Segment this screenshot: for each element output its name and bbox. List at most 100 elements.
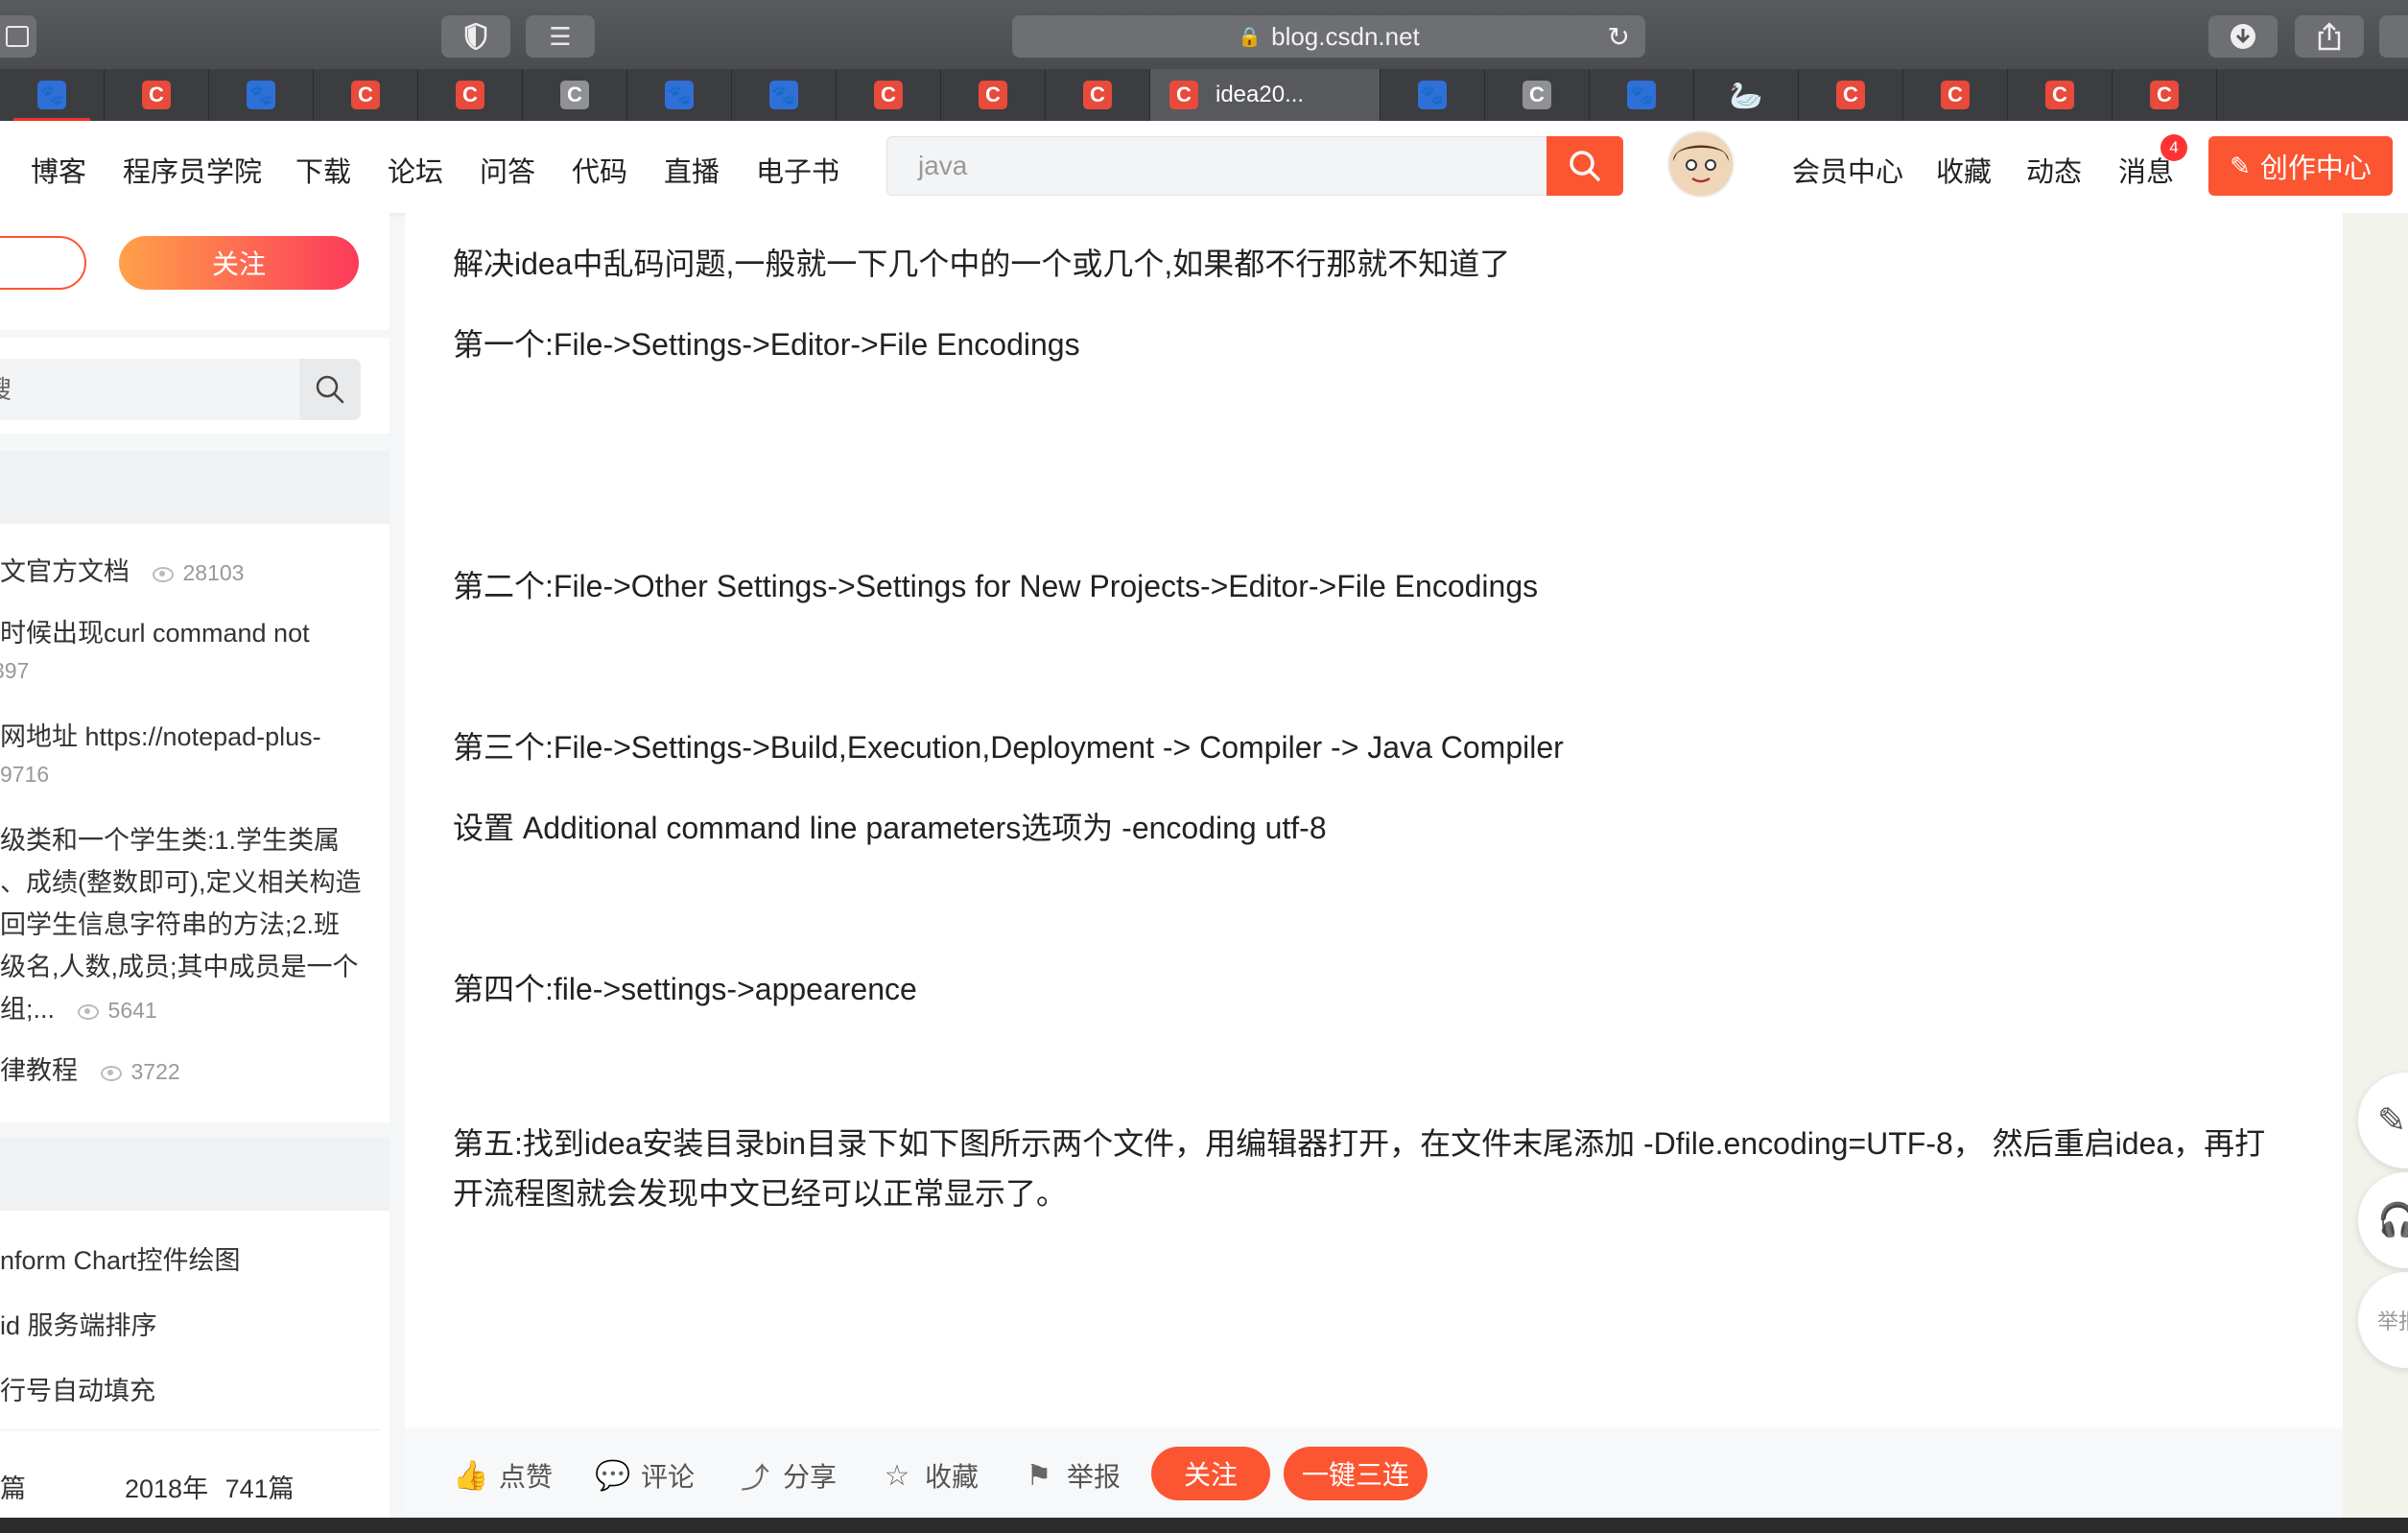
tab[interactable]: C bbox=[1485, 69, 1590, 121]
address-bar[interactable]: 🔒 blog.csdn.net ↻ bbox=[1012, 15, 1645, 58]
hot-article-4-line-1[interactable]: 级类和一个学生类:1.学生类属 bbox=[0, 819, 340, 857]
nav-qa[interactable]: 问答 bbox=[480, 150, 535, 190]
article-action-bar: 👍 点赞 💬 评论 ⤴ 分享 ☆ 收藏 ⚑ 举报 关注 一键三连 bbox=[405, 1427, 2343, 1518]
search-icon bbox=[316, 375, 344, 404]
csdn-icon: C bbox=[560, 81, 589, 109]
view-count: 5641 bbox=[77, 998, 157, 1023]
edit-icon: ✎ bbox=[2377, 1100, 2407, 1140]
reader-button[interactable]: ☰ bbox=[526, 15, 595, 58]
tab[interactable]: 🦢 bbox=[1694, 69, 1799, 121]
archive-count: 741篇 bbox=[224, 1474, 295, 1503]
sidebar-toggle-button[interactable] bbox=[0, 15, 36, 58]
blog-search-button[interactable] bbox=[299, 359, 361, 420]
archive-2018[interactable]: 2018年 741篇 bbox=[125, 1468, 295, 1505]
hot-article-1[interactable]: 文官方文档 28103 bbox=[0, 551, 244, 588]
report-button[interactable]: ⚑ 举报 bbox=[1023, 1456, 1121, 1495]
nav-activity[interactable]: 动态 bbox=[2026, 150, 2082, 190]
report-label: 举报 bbox=[1067, 1462, 1121, 1492]
hot-article-2[interactable]: 时候出现curl command not bbox=[0, 612, 310, 649]
url-text: blog.csdn.net bbox=[1271, 21, 1420, 51]
nav-favorites[interactable]: 收藏 bbox=[1936, 150, 1992, 190]
tab[interactable]: C bbox=[2113, 69, 2217, 121]
collect-button[interactable]: ☆ 收藏 bbox=[881, 1456, 979, 1495]
nav-code[interactable]: 代码 bbox=[572, 150, 627, 190]
article-content: 解决idea中乱码问题,一般就一下几个中的一个或几个,如果都不行那就不知道了 第… bbox=[405, 213, 2343, 1533]
blog-search-input[interactable]: 搜 bbox=[0, 359, 299, 420]
hot-article-4-line-2[interactable]: 、成绩(整数即可),定义相关构造 bbox=[0, 861, 361, 899]
tab-active[interactable]: C idea20... bbox=[1150, 69, 1381, 121]
flag-icon: ⚑ bbox=[1026, 1459, 1052, 1492]
nav-blog[interactable]: 博客 bbox=[31, 150, 86, 190]
hot-article-5[interactable]: 律教程 3722 bbox=[0, 1050, 180, 1087]
tab[interactable]: 🐾 bbox=[1381, 69, 1485, 121]
tab[interactable]: 🐾 bbox=[209, 69, 314, 121]
archive-count-left[interactable]: 篇 bbox=[0, 1468, 26, 1505]
hot-article-4-line-5[interactable]: 组;... 5641 bbox=[0, 988, 157, 1026]
privacy-shield-button[interactable] bbox=[441, 15, 510, 58]
share-icon bbox=[2318, 22, 2341, 51]
baidu-paw-icon: 🐾 bbox=[1627, 81, 1656, 109]
article-paragraph: 第三个:File->Settings->Build,Execution,Depl… bbox=[453, 730, 1564, 765]
new-tab-button[interactable] bbox=[2379, 15, 2408, 58]
tab[interactable]: 🐾 bbox=[0, 69, 105, 121]
comment-button[interactable]: 💬 评论 bbox=[595, 1456, 695, 1495]
share-article-button[interactable]: ⤴ 分享 bbox=[739, 1456, 837, 1495]
baidu-paw-icon: 🐾 bbox=[1418, 81, 1447, 109]
view-count: 3722 bbox=[100, 1059, 180, 1084]
tab[interactable]: C bbox=[1903, 69, 2008, 121]
message-author-button[interactable] bbox=[0, 236, 86, 290]
avatar[interactable] bbox=[1669, 132, 1733, 196]
search-input[interactable]: java bbox=[886, 136, 1548, 196]
nav-download[interactable]: 下载 bbox=[295, 150, 351, 190]
like-button[interactable]: 👍 点赞 bbox=[453, 1456, 553, 1495]
avatar-face-icon bbox=[1669, 132, 1733, 196]
create-center-button[interactable]: ✎ 创作中心 bbox=[2208, 136, 2393, 196]
hot-article-2-views: 397 bbox=[0, 658, 30, 683]
site-nav: 博客 程序员学院 下载 论坛 问答 代码 直播 电子书 java 会员中心 收藏… bbox=[0, 121, 2408, 213]
tab[interactable]: 🐾 bbox=[732, 69, 837, 121]
category-3[interactable]: 行号自动填充 bbox=[0, 1370, 155, 1407]
downloads-button[interactable] bbox=[2208, 15, 2278, 58]
baidu-paw-icon: 🐾 bbox=[37, 81, 66, 109]
tab[interactable]: C bbox=[105, 69, 209, 121]
tab[interactable]: C bbox=[2008, 69, 2113, 121]
search-button[interactable] bbox=[1546, 136, 1623, 196]
shield-icon bbox=[464, 23, 487, 50]
hot-article-4-line-4[interactable]: 级名,人数,成员;其中成员是一个 bbox=[0, 946, 359, 983]
star-icon: ☆ bbox=[884, 1459, 910, 1492]
tab[interactable]: 🐾 bbox=[627, 69, 732, 121]
tab[interactable]: C bbox=[314, 69, 418, 121]
tab[interactable]: C bbox=[523, 69, 627, 121]
nav-academy[interactable]: 程序员学院 bbox=[123, 150, 262, 190]
eye-icon bbox=[77, 1003, 99, 1020]
tab[interactable]: C bbox=[837, 69, 941, 121]
csdn-icon: C bbox=[1523, 81, 1551, 109]
nav-member-center[interactable]: 会员中心 bbox=[1792, 150, 1903, 190]
tab[interactable]: C bbox=[1046, 69, 1150, 121]
tab[interactable]: C bbox=[418, 69, 523, 121]
reader-icon: ☰ bbox=[549, 21, 572, 51]
follow-button[interactable]: 关注 bbox=[1151, 1447, 1270, 1500]
categories-header bbox=[0, 1138, 390, 1211]
tab[interactable]: 🐾 bbox=[1590, 69, 1694, 121]
divider bbox=[0, 1429, 380, 1430]
reload-icon[interactable]: ↻ bbox=[1608, 21, 1630, 53]
tab[interactable]: C bbox=[1799, 69, 1903, 121]
hot-article-3[interactable]: 网地址 https://notepad-plus- bbox=[0, 716, 321, 753]
tab[interactable]: C bbox=[941, 69, 1046, 121]
hot-article-3-views: 9716 bbox=[0, 762, 50, 787]
eye-icon bbox=[152, 566, 174, 582]
nav-ebook[interactable]: 电子书 bbox=[756, 150, 839, 190]
collect-label: 收藏 bbox=[925, 1462, 980, 1492]
article-paragraph: 第五:找到idea安装目录bin目录下如下图所示两个文件，用编辑器打开，在文件末… bbox=[453, 1126, 2266, 1211]
nav-forum[interactable]: 论坛 bbox=[388, 150, 443, 190]
share-button[interactable] bbox=[2295, 15, 2364, 58]
category-1[interactable]: nform Chart控件绘图 bbox=[0, 1239, 241, 1277]
nav-live[interactable]: 直播 bbox=[664, 150, 720, 190]
csdn-icon: C bbox=[1836, 81, 1865, 109]
hot-article-4-line-3[interactable]: 回学生信息字符串的方法;2.班 bbox=[0, 904, 340, 941]
tab-strip: 🐾 C 🐾 C C C 🐾 🐾 C C C C idea20... 🐾 C 🐾 … bbox=[0, 69, 2408, 121]
category-2[interactable]: id 服务端排序 bbox=[0, 1305, 157, 1342]
follow-author-button[interactable]: 关注 bbox=[119, 236, 359, 290]
triple-action-button[interactable]: 一键三连 bbox=[1284, 1447, 1428, 1500]
